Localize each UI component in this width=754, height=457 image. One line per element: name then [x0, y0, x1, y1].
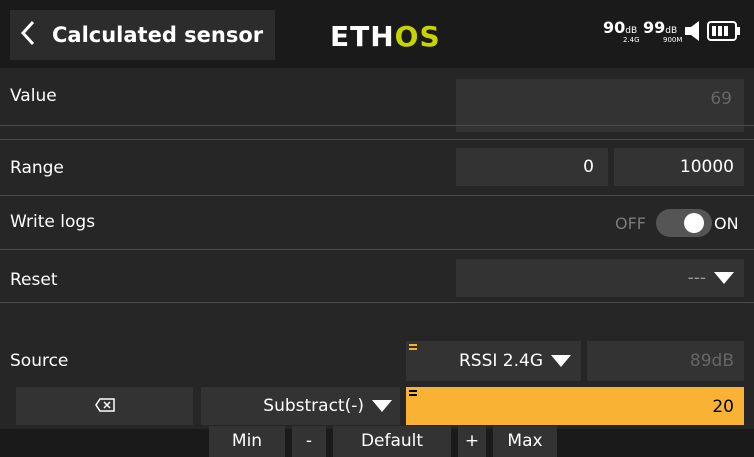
divider [0, 139, 754, 140]
dropdown-arrow-icon [714, 272, 734, 284]
operand-field[interactable]: 20 [406, 387, 744, 425]
backspace-icon [94, 397, 115, 416]
write-logs-on-label: ON [714, 214, 739, 233]
divider [0, 302, 754, 303]
range-label: Range [10, 158, 64, 178]
dropdown-arrow-icon [551, 355, 571, 367]
range-min-field[interactable]: 0 [456, 148, 608, 186]
rssi-900m-indicator: 99dB 900M [643, 18, 683, 44]
reset-value: --- [687, 268, 706, 288]
toggle-knob [684, 213, 704, 233]
operator-dropdown[interactable]: Substract(-) [201, 387, 400, 425]
page-title: Calculated sensor [52, 23, 264, 47]
plus-button[interactable]: + [458, 426, 486, 457]
chevron-left-icon [20, 20, 40, 51]
divider [0, 195, 754, 196]
write-logs-label: Write logs [10, 212, 96, 232]
dropdown-arrow-icon [372, 400, 392, 412]
source-reading: 89dB [587, 341, 744, 381]
speaker-icon[interactable] [683, 20, 705, 46]
source-label: Source [10, 351, 69, 371]
reset-dropdown[interactable]: --- [456, 259, 744, 297]
max-button[interactable]: Max [493, 426, 557, 457]
ethos-logo: ETHOS [330, 20, 441, 53]
min-button[interactable]: Min [209, 426, 285, 457]
back-button[interactable]: Calculated sensor [10, 10, 275, 60]
write-logs-off-label: OFF [615, 214, 646, 233]
grip-icon [409, 390, 417, 398]
value-label: Value [10, 86, 57, 106]
battery-icon [707, 21, 741, 45]
source-value: RSSI 2.4G [458, 351, 543, 371]
default-button[interactable]: Default [333, 426, 451, 457]
value-field: 69 [456, 79, 744, 119]
rssi-2g-indicator: 90dB 2.4G [603, 18, 640, 44]
grip-icon [409, 344, 417, 352]
divider [0, 249, 754, 250]
source-dropdown[interactable]: RSSI 2.4G [406, 341, 581, 381]
operator-value: Substract(-) [263, 396, 364, 416]
reset-label: Reset [10, 270, 58, 290]
minus-button[interactable]: - [292, 426, 326, 457]
delete-button[interactable] [16, 387, 193, 425]
divider [0, 125, 754, 126]
range-max-field[interactable]: 10000 [614, 148, 744, 186]
